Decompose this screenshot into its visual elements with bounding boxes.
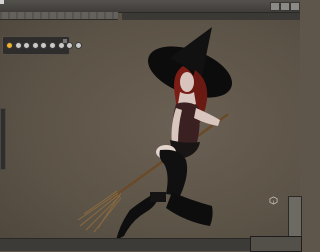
upper-stocking (159, 149, 188, 196)
left-boot (116, 196, 158, 240)
witch-avatar (77, 27, 233, 240)
face (180, 72, 194, 92)
side-preview-panel[interactable] (288, 196, 302, 238)
cube-icon[interactable] (269, 196, 278, 205)
knee-boot-top (150, 192, 166, 202)
lower-leg-boot (166, 192, 213, 226)
